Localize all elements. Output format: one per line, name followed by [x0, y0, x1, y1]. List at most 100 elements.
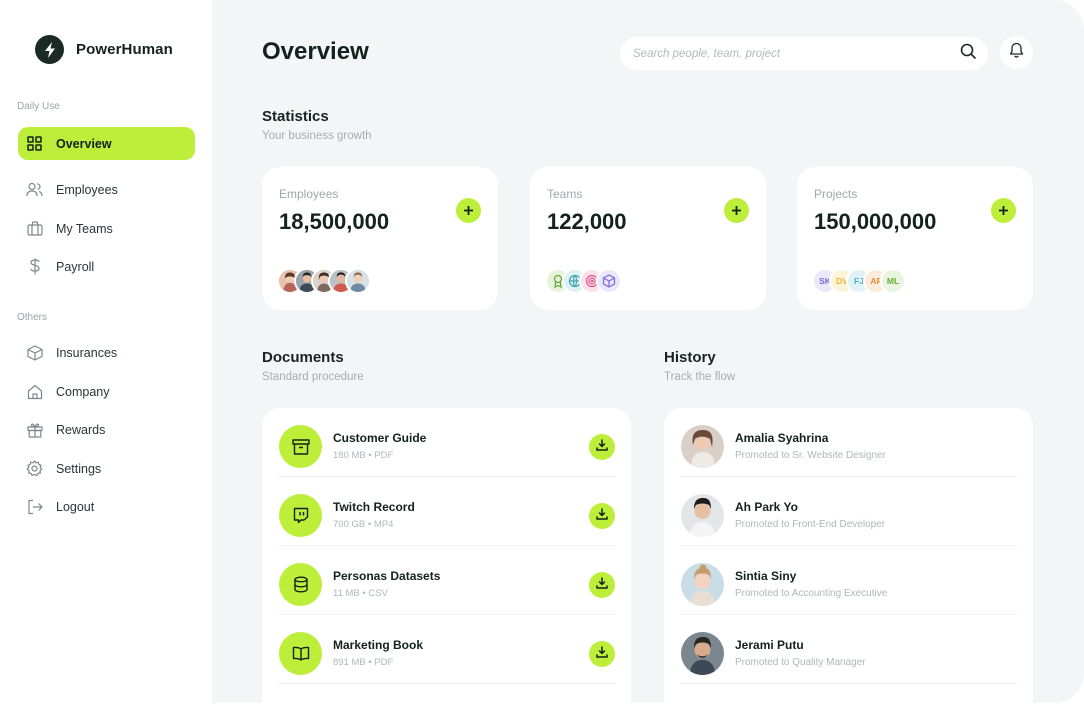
- history-description: Promoted to Front-End Developer: [735, 519, 885, 530]
- list-item[interactable]: Twitch Record 700 GB • MP4: [278, 477, 615, 546]
- users-icon: [26, 181, 43, 198]
- stat-label: Employees: [279, 187, 338, 201]
- sidebar-item-payroll[interactable]: Payroll: [18, 250, 195, 283]
- dollar-icon: [26, 258, 43, 275]
- sidebar-item-logout[interactable]: Logout: [18, 490, 195, 523]
- brand-name: PowerHuman: [76, 41, 173, 58]
- stat-card-employees: Employees 18,500,000: [262, 167, 498, 310]
- document-meta: 11 MB • CSV: [333, 588, 388, 599]
- avatar: [681, 563, 724, 606]
- stat-label: Projects: [814, 187, 857, 201]
- notifications-button[interactable]: [1000, 36, 1033, 69]
- list-item[interactable]: Jerami Putu Promoted to Quality Manager: [680, 615, 1017, 684]
- daily-use-label: Daily Use: [17, 101, 60, 112]
- initials-badge: ML: [880, 268, 906, 294]
- person-name: Jerami Putu: [735, 638, 804, 652]
- documents-subtitle: Standard procedure: [262, 371, 364, 383]
- lightning-logo-icon: [35, 35, 64, 64]
- search-icon[interactable]: [960, 43, 976, 64]
- document-name: Personas Datasets: [333, 569, 440, 583]
- grid-icon: [26, 135, 43, 152]
- person-name: Ah Park Yo: [735, 500, 798, 514]
- avatar: [681, 632, 724, 675]
- history-card: Amalia Syahrina Promoted to Sr. Website …: [664, 408, 1033, 718]
- statistics-subtitle: Your business growth: [262, 130, 372, 142]
- sidebar-item-label: Overview: [56, 137, 112, 151]
- statistics-title: Statistics: [262, 108, 329, 125]
- list-item[interactable]: Marketing Book 891 MB • PDF: [278, 615, 615, 684]
- download-button[interactable]: [589, 641, 615, 667]
- twitch-icon: [279, 494, 322, 537]
- sidebar-item-my-teams[interactable]: My Teams: [18, 212, 195, 245]
- add-project-button[interactable]: [991, 198, 1016, 223]
- add-team-button[interactable]: [724, 198, 749, 223]
- project-initials: SK DV FJ AF ML: [812, 268, 897, 294]
- list-item[interactable]: Amalia Syahrina Promoted to Sr. Website …: [680, 408, 1017, 477]
- history-title: History: [664, 349, 716, 366]
- cube-icon: [596, 268, 622, 294]
- download-icon: [596, 507, 608, 525]
- avatar: [681, 425, 724, 468]
- person-name: Sintia Siny: [735, 569, 796, 583]
- sidebar-item-label: My Teams: [56, 222, 113, 236]
- avatar: [345, 268, 371, 294]
- sidebar-item-label: Logout: [56, 500, 94, 514]
- document-name: Twitch Record: [333, 500, 415, 514]
- documents-card: Customer Guide 180 MB • PDF Twitch Recor…: [262, 408, 631, 718]
- download-icon: [596, 645, 608, 663]
- download-icon: [596, 438, 608, 456]
- app-window: PowerHuman Daily Use Overview Employees …: [0, 0, 1084, 703]
- history-description: Promoted to Sr. Website Designer: [735, 450, 886, 461]
- employee-avatars: [277, 268, 362, 294]
- documents-title: Documents: [262, 349, 344, 366]
- brand[interactable]: PowerHuman: [35, 35, 173, 64]
- sidebar-item-label: Settings: [56, 462, 101, 476]
- add-employee-button[interactable]: [456, 198, 481, 223]
- document-meta: 180 MB • PDF: [333, 450, 393, 461]
- archive-icon: [279, 425, 322, 468]
- download-button[interactable]: [589, 572, 615, 598]
- search-bar[interactable]: [620, 37, 988, 70]
- others-label: Others: [17, 312, 47, 323]
- sidebar: PowerHuman Daily Use Overview Employees …: [0, 0, 212, 703]
- list-item[interactable]: Personas Datasets 11 MB • CSV: [278, 546, 615, 615]
- sidebar-item-label: Payroll: [56, 260, 94, 274]
- search-input[interactable]: [633, 48, 960, 60]
- stat-value: 122,000: [547, 209, 627, 235]
- bell-icon: [1009, 42, 1024, 63]
- gift-icon: [26, 421, 43, 438]
- gear-icon: [26, 460, 43, 477]
- database-icon: [279, 563, 322, 606]
- sidebar-item-insurances[interactable]: Insurances: [18, 336, 195, 369]
- stat-value: 150,000,000: [814, 209, 936, 235]
- stat-card-teams: Teams 122,000: [530, 167, 766, 310]
- sidebar-item-label: Rewards: [56, 423, 105, 437]
- briefcase-icon: [26, 220, 43, 237]
- stat-value: 18,500,000: [279, 209, 389, 235]
- download-button[interactable]: [589, 434, 615, 460]
- sidebar-item-rewards[interactable]: Rewards: [18, 413, 195, 446]
- sidebar-item-settings[interactable]: Settings: [18, 452, 195, 485]
- document-name: Marketing Book: [333, 638, 423, 652]
- list-item[interactable]: Ah Park Yo Promoted to Front-End Develop…: [680, 477, 1017, 546]
- person-name: Amalia Syahrina: [735, 431, 828, 445]
- history-description: Promoted to Accounting Executive: [735, 588, 887, 599]
- stat-card-projects: Projects 150,000,000 SK DV FJ AF ML: [797, 167, 1033, 310]
- document-meta: 700 GB • MP4: [333, 519, 393, 530]
- sidebar-item-label: Company: [56, 385, 110, 399]
- sidebar-item-label: Employees: [56, 183, 118, 197]
- history-description: Promoted to Quality Manager: [735, 657, 866, 668]
- sidebar-item-company[interactable]: Company: [18, 375, 195, 408]
- sidebar-item-label: Insurances: [56, 346, 117, 360]
- box-icon: [26, 344, 43, 361]
- list-item[interactable]: Customer Guide 180 MB • PDF: [278, 408, 615, 477]
- list-item[interactable]: Sintia Siny Promoted to Accounting Execu…: [680, 546, 1017, 615]
- stat-label: Teams: [547, 187, 582, 201]
- download-button[interactable]: [589, 503, 615, 529]
- sidebar-item-overview[interactable]: Overview: [18, 127, 195, 160]
- page-title: Overview: [262, 38, 369, 66]
- sidebar-item-employees[interactable]: Employees: [18, 173, 195, 206]
- document-name: Customer Guide: [333, 431, 426, 445]
- home-icon: [26, 383, 43, 400]
- history-subtitle: Track the flow: [664, 371, 735, 383]
